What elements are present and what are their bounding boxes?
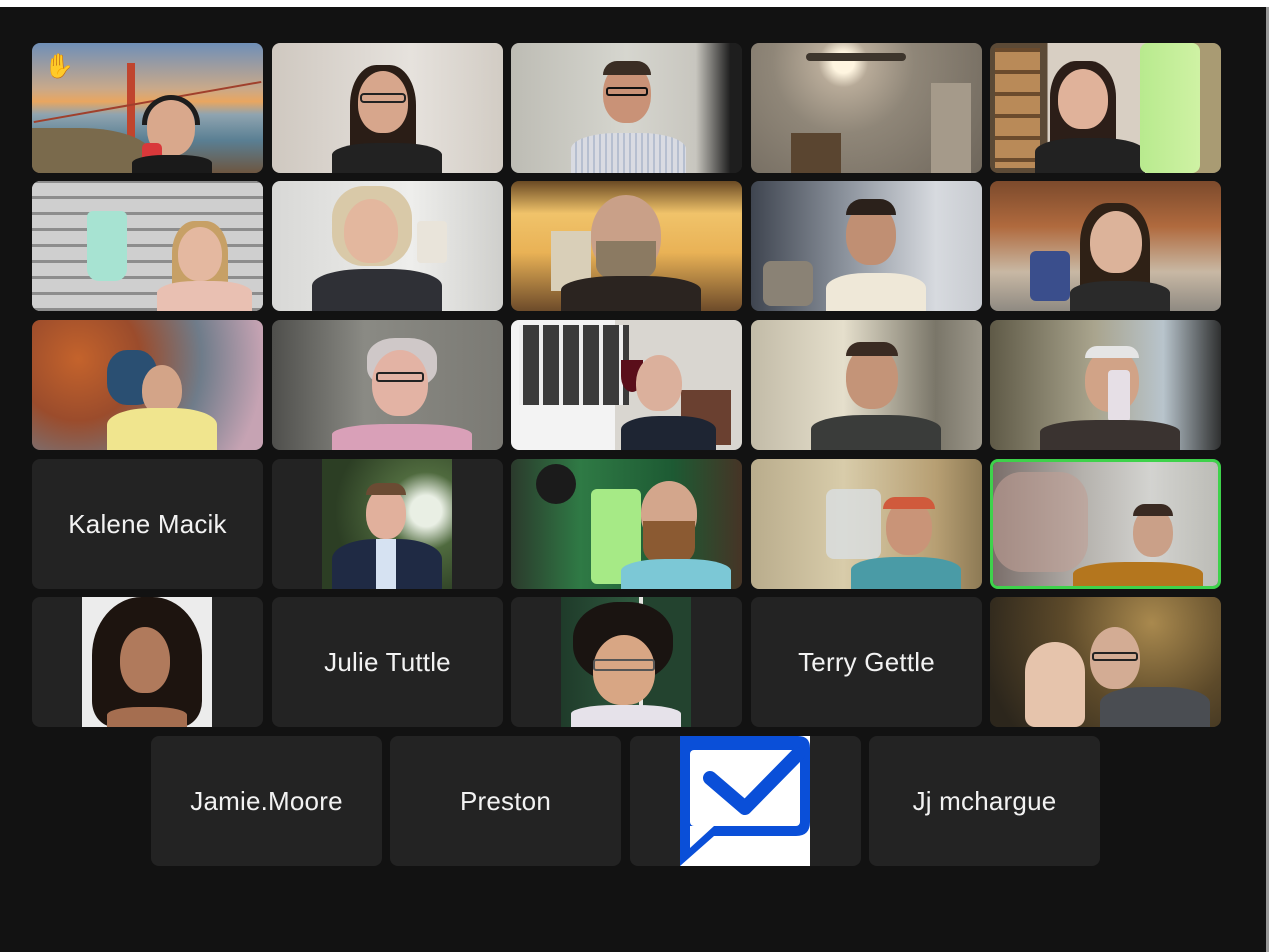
participant-tile[interactable] bbox=[32, 181, 263, 311]
video-feed bbox=[272, 320, 503, 450]
participant-tile[interactable] bbox=[511, 181, 742, 311]
video-feed bbox=[751, 459, 982, 589]
video-feed bbox=[990, 181, 1221, 311]
video-feed bbox=[511, 181, 742, 311]
participant-name: Julie Tuttle bbox=[324, 646, 451, 677]
participant-tile[interactable] bbox=[511, 597, 742, 727]
meeting-gallery-view: ✋ Kalene Macik Julie Tuttle Terry Gettle… bbox=[0, 7, 1266, 952]
profile-photo bbox=[680, 736, 810, 866]
video-feed bbox=[32, 320, 263, 450]
video-feed bbox=[990, 43, 1221, 173]
video-feed bbox=[990, 597, 1221, 727]
participant-tile[interactable]: Preston bbox=[390, 736, 621, 866]
profile-photo bbox=[561, 597, 691, 727]
raised-hand-icon: ✋ bbox=[44, 53, 74, 80]
participant-tile[interactable] bbox=[990, 320, 1221, 450]
participant-tile[interactable] bbox=[511, 43, 742, 173]
video-feed bbox=[993, 462, 1218, 586]
video-feed bbox=[751, 43, 982, 173]
participant-name: Jj mchargue bbox=[912, 785, 1057, 816]
profile-photo bbox=[82, 597, 212, 727]
participant-tile[interactable] bbox=[990, 597, 1221, 727]
participant-tile-active-speaker[interactable] bbox=[990, 459, 1221, 589]
video-feed bbox=[751, 181, 982, 311]
participant-tile[interactable] bbox=[990, 181, 1221, 311]
participant-tile[interactable] bbox=[751, 320, 982, 450]
video-feed bbox=[511, 459, 742, 589]
participant-tile[interactable] bbox=[32, 320, 263, 450]
participant-tile[interactable] bbox=[751, 43, 982, 173]
participant-tile[interactable] bbox=[511, 320, 742, 450]
video-feed bbox=[272, 181, 503, 311]
video-feed bbox=[511, 43, 742, 173]
participant-tile[interactable] bbox=[272, 459, 503, 589]
participant-tile[interactable]: Kalene Macik bbox=[32, 459, 263, 589]
video-feed bbox=[272, 43, 503, 173]
participant-tile[interactable]: ✋ bbox=[32, 43, 263, 173]
participant-tile[interactable] bbox=[511, 459, 742, 589]
participant-tile[interactable]: Terry Gettle bbox=[751, 597, 982, 727]
participant-tile[interactable]: Julie Tuttle bbox=[272, 597, 503, 727]
participant-tile[interactable] bbox=[272, 181, 503, 311]
participant-tile[interactable] bbox=[990, 43, 1221, 173]
mail-message-icon bbox=[680, 736, 810, 866]
video-feed bbox=[751, 320, 982, 450]
participant-tile[interactable]: Jj mchargue bbox=[869, 736, 1100, 866]
participant-tile[interactable] bbox=[751, 181, 982, 311]
participant-tile[interactable] bbox=[32, 597, 263, 727]
profile-photo bbox=[322, 459, 452, 589]
video-feed bbox=[32, 181, 263, 311]
participant-name: Terry Gettle bbox=[798, 646, 935, 677]
video-feed bbox=[990, 320, 1221, 450]
participant-name: Preston bbox=[459, 785, 551, 816]
participant-tile[interactable] bbox=[630, 736, 861, 866]
participant-tile[interactable] bbox=[751, 459, 982, 589]
participant-tile[interactable]: Jamie.Moore bbox=[151, 736, 382, 866]
video-feed bbox=[511, 320, 742, 450]
participant-tile[interactable] bbox=[272, 43, 503, 173]
participant-name: Jamie.Moore bbox=[190, 785, 343, 816]
participant-tile[interactable] bbox=[272, 320, 503, 450]
participant-name: Kalene Macik bbox=[68, 508, 227, 539]
